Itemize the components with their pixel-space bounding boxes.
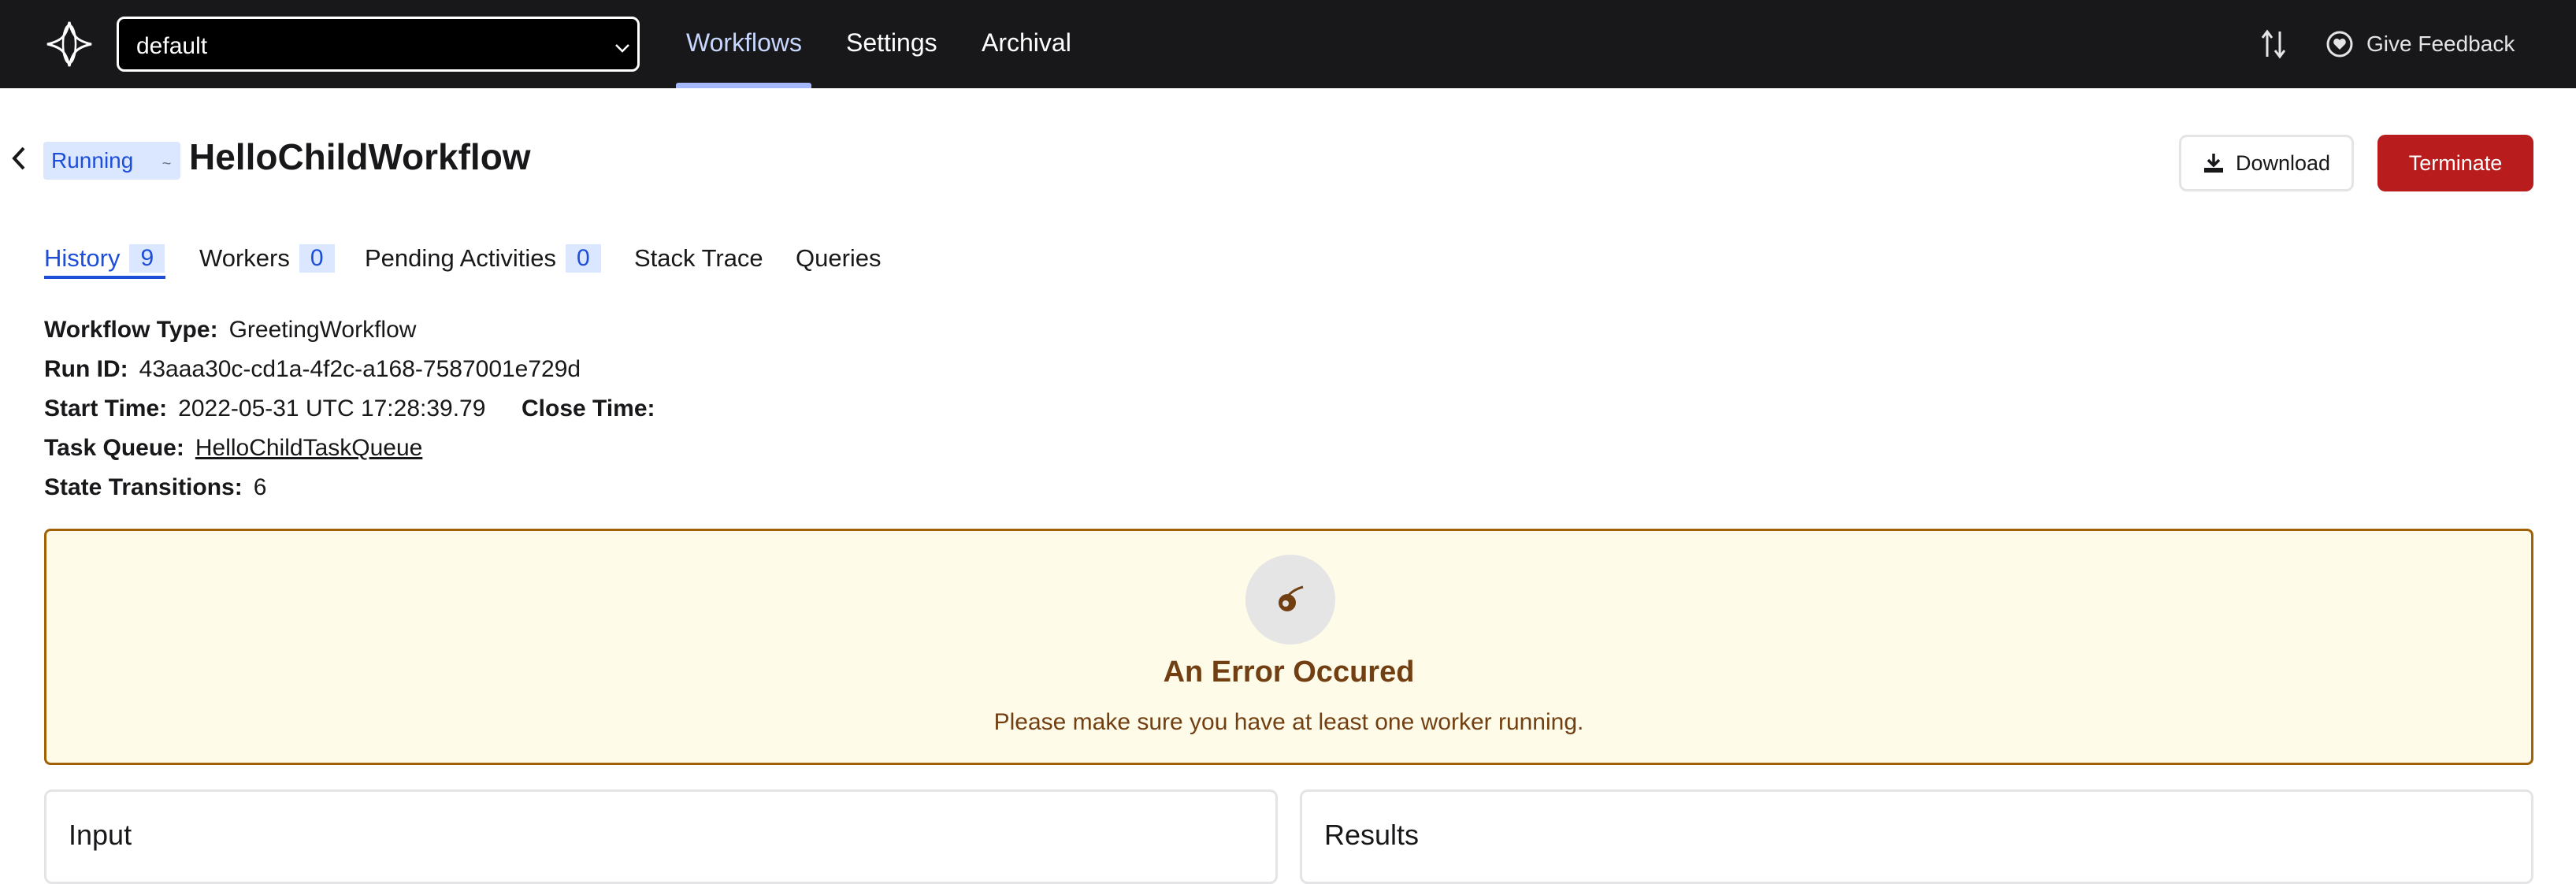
terminate-label: Terminate (2408, 150, 2503, 175)
chevron-down-icon (615, 44, 629, 53)
error-icon-circle (1245, 555, 1335, 644)
download-label: Download (2235, 150, 2331, 175)
chevron-left-icon[interactable] (8, 143, 28, 173)
tab-history[interactable]: History 9 (44, 244, 165, 273)
input-panel: Input (44, 789, 1278, 884)
temporal-logo-icon[interactable] (46, 20, 93, 68)
start-time-value: 2022-05-31 UTC 17:28:39.79 (178, 396, 486, 422)
tab-stack-trace[interactable]: Stack Trace (634, 244, 763, 273)
tab-count: 0 (565, 244, 601, 273)
task-queue-link[interactable]: HelloChildTaskQueue (195, 435, 423, 461)
run-id-value: 43aaa30c-cd1a-4f2c-a168-7587001e729d (139, 356, 581, 382)
status-label: Running (51, 148, 134, 173)
sort-icon[interactable] (2259, 28, 2288, 60)
workflow-type-label: Workflow Type: (44, 317, 218, 343)
workflow-type-value: GreetingWorkflow (228, 317, 417, 343)
namespace-select[interactable]: default (117, 17, 640, 72)
tab-count: 0 (299, 244, 335, 273)
nav-active-indicator (676, 83, 811, 88)
error-title: An Error Occured (1163, 656, 1415, 689)
error-alert: An Error Occured Please make sure you ha… (44, 529, 2533, 765)
nav-link-settings[interactable]: Settings (846, 28, 937, 58)
download-button[interactable]: Download (2179, 135, 2354, 191)
run-id-label: Run ID: (44, 356, 128, 382)
download-icon (2203, 154, 2223, 173)
tab-workers[interactable]: Workers 0 (199, 244, 335, 273)
feedback-label: Give Feedback (2366, 32, 2515, 56)
tab-label: Workers (199, 244, 290, 272)
page-title: HelloChildWorkflow (189, 136, 531, 177)
nav-link-archival[interactable]: Archival (982, 28, 1071, 58)
namespace-value: default (136, 33, 208, 59)
feedback-heart-icon (2326, 31, 2353, 58)
state-transitions-row: State Transitions: 6 (44, 474, 266, 501)
terminate-button[interactable]: Terminate (2377, 135, 2533, 191)
tab-count: 9 (129, 244, 165, 273)
tab-label: Pending Activities (365, 244, 556, 272)
task-queue-label: Task Queue: (44, 435, 184, 461)
results-panel-title: Results (1324, 819, 1420, 851)
tab-label: Stack Trace (634, 244, 763, 272)
state-transitions-value: 6 (253, 474, 267, 500)
top-navigation: default Workflows Settings Archival Give… (0, 0, 2576, 88)
state-transitions-label: State Transitions: (44, 474, 243, 500)
status-indicator: ~ (161, 155, 172, 173)
comet-icon (1279, 585, 1304, 611)
tab-label: Queries (796, 244, 882, 272)
start-time-row: Start Time: 2022-05-31 UTC 17:28:39.79 (44, 396, 485, 422)
nav-link-workflows[interactable]: Workflows (686, 28, 802, 58)
tab-label: History (44, 244, 121, 272)
results-panel: Results (1300, 789, 2533, 884)
task-queue-row: Task Queue: HelloChildTaskQueue (44, 435, 422, 462)
status-badge: Running ~ (43, 142, 181, 180)
start-time-label: Start Time: (44, 396, 168, 422)
workflow-type-row: Workflow Type: GreetingWorkflow (44, 317, 416, 344)
input-panel-title: Input (69, 819, 132, 851)
close-time-label: Close Time: (522, 396, 655, 422)
run-id-row: Run ID: 43aaa30c-cd1a-4f2c-a168-7587001e7… (44, 356, 581, 383)
give-feedback-link[interactable]: Give Feedback (2325, 27, 2515, 61)
tab-active-indicator (44, 276, 165, 279)
error-message: Please make sure you have at least one w… (993, 709, 1584, 735)
tab-pending-activities[interactable]: Pending Activities 0 (365, 244, 601, 273)
tab-queries[interactable]: Queries (796, 244, 882, 273)
